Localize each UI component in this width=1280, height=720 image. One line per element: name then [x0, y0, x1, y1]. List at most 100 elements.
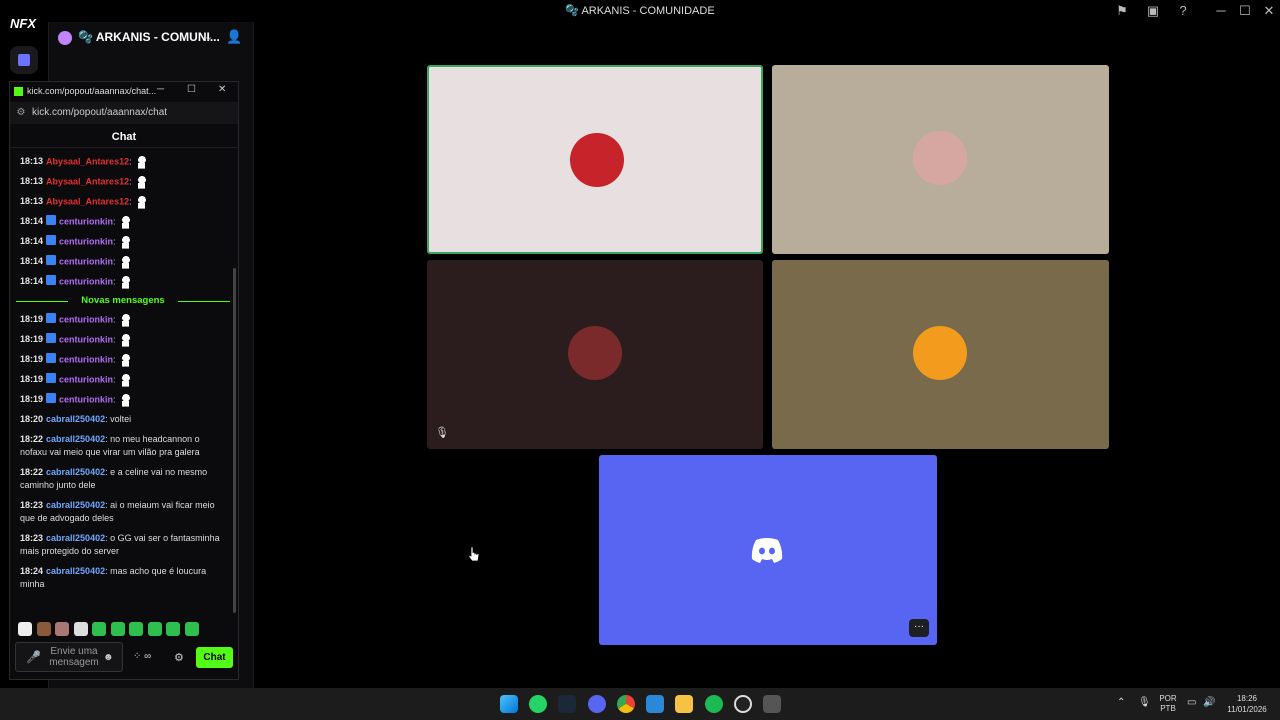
- infinity-icon[interactable]: ⁘ ∞: [133, 651, 151, 662]
- ghost-emote-icon: [119, 333, 132, 347]
- message-username[interactable]: centurionkin: [59, 374, 113, 384]
- video-tile-1[interactable]: [427, 65, 763, 254]
- quick-emote-icon[interactable]: [184, 622, 199, 636]
- start-button-icon[interactable]: [500, 695, 518, 713]
- chat-message: 18:20 cabrall250402: voltei: [12, 410, 234, 430]
- server-name[interactable]: 🫧 ARKANIS - COMUNI...: [78, 30, 220, 44]
- message-text: :: [129, 196, 132, 207]
- volume-icon[interactable]: 🔊: [1203, 697, 1215, 708]
- message-time: 18:19: [20, 354, 44, 365]
- taskbar: [0, 688, 1280, 720]
- dots-icon[interactable]: ⁘: [133, 651, 141, 662]
- message-username[interactable]: centurionkin: [59, 334, 113, 344]
- popout-maximize-icon[interactable]: ☐: [187, 84, 196, 95]
- message-username[interactable]: cabrall250402: [46, 566, 105, 576]
- chat-input-placeholder[interactable]: Envie uma mensagem: [48, 646, 100, 668]
- message-text: :: [113, 334, 116, 345]
- popout-close-icon[interactable]: ✕: [218, 84, 226, 95]
- subscriber-badge-icon: [46, 215, 57, 226]
- message-username[interactable]: cabrall250402: [46, 414, 105, 424]
- language-indicator[interactable]: POR PTB: [1157, 694, 1179, 714]
- quick-emote-icon[interactable]: [55, 622, 69, 636]
- message-username[interactable]: Abysaal_Antares12: [46, 176, 129, 186]
- message-username[interactable]: centurionkin: [59, 394, 113, 404]
- address-bar[interactable]: ⚙ kick.com/popout/aaannax/chat: [10, 102, 238, 124]
- ghost-emote-icon: [135, 175, 148, 189]
- settings-icon[interactable]: [763, 695, 781, 713]
- more-options-button[interactable]: ···: [909, 619, 929, 637]
- message-username[interactable]: cabrall250402: [46, 434, 105, 444]
- message-username[interactable]: centurionkin: [59, 216, 113, 226]
- quick-emote-icon[interactable]: [147, 622, 162, 636]
- message-username[interactable]: cabrall250402: [46, 533, 105, 543]
- popout-minimize-icon[interactable]: ─: [157, 84, 164, 95]
- tray-chevron-up-icon[interactable]: ⌃: [1117, 697, 1125, 708]
- quick-emote-icon[interactable]: [92, 622, 106, 636]
- infinity-label: ∞: [144, 651, 152, 662]
- message-username[interactable]: Abysaal_Antares12: [46, 196, 129, 206]
- file-explorer-icon[interactable]: [675, 695, 693, 713]
- message-username[interactable]: centurionkin: [59, 314, 113, 324]
- quick-emote-icon[interactable]: [36, 622, 51, 636]
- chevron-down-icon[interactable]: ⌄: [204, 30, 213, 43]
- photos-icon[interactable]: [646, 695, 664, 713]
- message-username[interactable]: centurionkin: [59, 236, 113, 246]
- message-time: 18:14: [20, 276, 44, 287]
- tray-mic-icon[interactable]: 🎙: [1138, 697, 1151, 708]
- clock-time: 18:26: [1236, 694, 1258, 703]
- quick-emote-icon[interactable]: [166, 622, 180, 636]
- chat-message: 18:13 Abysaal_Antares12:: [12, 172, 234, 192]
- chat-scrollbar[interactable]: [233, 268, 236, 613]
- spotify-icon[interactable]: [705, 695, 723, 713]
- participant-avatar: [913, 131, 967, 185]
- inbox-icon[interactable]: ▣: [1145, 3, 1161, 19]
- message-username[interactable]: centurionkin: [59, 276, 113, 286]
- message-time: 18:13: [20, 156, 44, 167]
- message-text: :: [129, 176, 132, 187]
- quick-emote-icon[interactable]: [110, 622, 125, 636]
- whatsapp-icon[interactable]: [529, 695, 547, 713]
- gear-icon[interactable]: ⚙: [174, 651, 184, 664]
- video-tile-3[interactable]: 🎙: [427, 260, 763, 449]
- message-time: 18:22: [20, 466, 44, 477]
- emoji-icon[interactable]: ☻: [103, 652, 114, 663]
- system-clock[interactable]: 18:26 11/01/2026: [1224, 693, 1270, 715]
- network-icon[interactable]: ▭: [1187, 697, 1196, 708]
- site-settings-icon[interactable]: ⚙: [10, 102, 32, 124]
- chat-send-button[interactable]: Chat: [196, 647, 233, 668]
- steam-icon[interactable]: [558, 695, 576, 713]
- quick-emote-icon[interactable]: [18, 622, 32, 636]
- message-username[interactable]: cabrall250402: [46, 500, 105, 510]
- video-tile-2[interactable]: [772, 65, 1109, 254]
- add-member-icon[interactable]: 👤: [226, 29, 242, 45]
- chat-message-list[interactable]: 18:13 Abysaal_Antares12: 18:13 Abysaal_Anta…: [12, 152, 234, 614]
- subscriber-badge-icon: [46, 313, 57, 324]
- close-icon[interactable]: ✕: [1261, 3, 1277, 19]
- chat-message: 18:23 cabrall250402: o GG vai ser o fanta…: [12, 529, 234, 562]
- direct-messages-button[interactable]: [10, 46, 38, 74]
- video-tile-4[interactable]: [772, 260, 1109, 449]
- quick-emote-icon[interactable]: [129, 622, 143, 636]
- message-text: :: [113, 236, 116, 247]
- chat-message: 18:14 centurionkin:: [12, 252, 234, 272]
- new-messages-divider: Novas mensagens: [12, 292, 234, 310]
- chrome-icon[interactable]: [617, 695, 635, 713]
- obs-icon[interactable]: [734, 695, 752, 713]
- server-icon: [58, 31, 72, 45]
- minimize-icon[interactable]: ─: [1213, 3, 1229, 19]
- message-username[interactable]: cabrall250402: [46, 467, 105, 477]
- maximize-icon[interactable]: ☐: [1237, 3, 1253, 19]
- message-time: 18:20: [20, 414, 44, 424]
- quick-emote-icon[interactable]: [73, 622, 88, 636]
- discord-icon[interactable]: [588, 695, 606, 713]
- message-time: 18:13: [20, 196, 44, 207]
- microphone-icon[interactable]: 🎤: [26, 650, 41, 664]
- video-tile-discord[interactable]: ···: [599, 455, 937, 645]
- message-username[interactable]: centurionkin: [59, 354, 113, 364]
- inbox-flag-icon[interactable]: ⚑: [1114, 3, 1130, 19]
- help-icon[interactable]: ?: [1175, 3, 1191, 19]
- message-username[interactable]: centurionkin: [59, 256, 113, 266]
- subscriber-badge-icon: [46, 353, 57, 364]
- ghost-emote-icon: [119, 215, 132, 229]
- message-username[interactable]: Abysaal_Antares12: [46, 156, 129, 166]
